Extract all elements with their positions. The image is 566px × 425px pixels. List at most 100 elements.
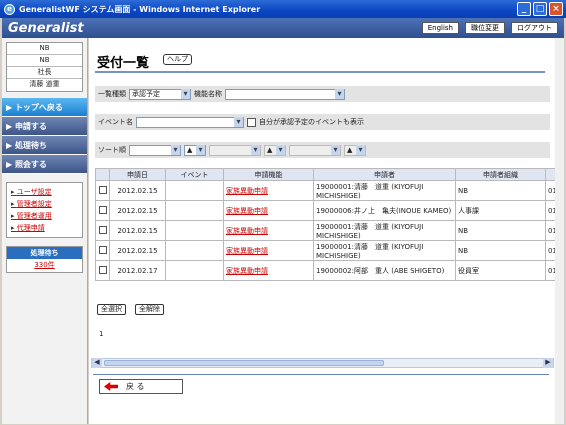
page-number: 1 <box>99 330 104 338</box>
cell-applicant: 19000001:清藤 道重 (KIYOFUJI MICHISHIGE) <box>313 220 456 241</box>
scroll-left-icon[interactable]: ◀ <box>92 358 102 368</box>
function-link[interactable]: 家族異動申請 <box>226 187 268 195</box>
table-row: 2012.02.15 家族異動申請 19000001:清藤 道重 (KIYOFU… <box>95 220 560 241</box>
sidebar-item-pending[interactable]: ▶ 処理待ち <box>2 136 87 155</box>
logout-button[interactable]: ログアウト <box>511 22 558 34</box>
user-info-line: NB <box>7 55 82 67</box>
select-all-button[interactable]: 全選択 <box>97 304 126 315</box>
window-controls: _ □ × <box>517 2 563 16</box>
footer-divider <box>93 374 549 375</box>
function-link[interactable]: 家族異動申請 <box>226 267 268 275</box>
cell-org: NB <box>455 220 546 241</box>
show-my-events-label: 自分が承認予定のイベントも表示 <box>259 118 364 126</box>
sidebar-item-inquire[interactable]: ▶ 照会する <box>2 155 87 174</box>
clear-all-button[interactable]: 全解除 <box>135 304 164 315</box>
column-header[interactable]: 申請機能 <box>223 168 314 181</box>
sidebar-item-apply[interactable]: ▶ 申請する <box>2 117 87 136</box>
table-row: 2012.02.17 家族異動申請 19000002:阿部 重人 (ABE SH… <box>95 260 560 281</box>
column-header[interactable]: 申請日 <box>109 168 166 181</box>
maximize-button[interactable]: □ <box>533 2 547 16</box>
sort-order-label: ソート順 <box>98 146 126 154</box>
window-titlebar: e GeneralistWF システム画面 - Windows Internet… <box>0 0 566 18</box>
back-button[interactable]: 戻 る <box>99 379 183 394</box>
event-name-select[interactable] <box>136 116 244 128</box>
event-name-label: イベント名 <box>98 118 133 126</box>
user-info-line: 清藤 道重 <box>29 80 60 88</box>
back-button-label: 戻 る <box>126 382 145 391</box>
cell-event <box>165 240 224 261</box>
scroll-thumb[interactable] <box>104 360 384 366</box>
scroll-right-icon[interactable]: ▶ <box>543 358 553 368</box>
admin-settings-link[interactable]: 管理者設定 <box>11 198 78 210</box>
show-my-events-checkbox[interactable] <box>247 117 256 127</box>
column-header[interactable]: 申請者組織 <box>455 168 546 181</box>
cell-event <box>165 200 224 221</box>
cell-event <box>165 260 224 281</box>
cell-applicant: 19000002:阿部 重人 (ABE SHIGETO) <box>313 260 456 281</box>
page-title: 受付一覧 <box>97 56 150 71</box>
user-settings-link[interactable]: ユーザ設定 <box>11 186 78 198</box>
window-title: GeneralistWF システム画面 - Windows Internet E… <box>19 4 261 14</box>
sort-field-3-select[interactable] <box>289 144 341 156</box>
sidebar-nav: ▶ トップへ戻る ▶ 申請する ▶ 処理待ち ▶ 照会する <box>2 98 87 174</box>
cell-date: 2012.02.15 <box>109 220 166 241</box>
minimize-button[interactable]: _ <box>517 2 531 16</box>
requests-table-wrap: 申請日 イベント 申請機能 申請者 申請者組織 承 2012.02.15 家族異… <box>95 168 560 292</box>
cell-date: 2012.02.15 <box>109 180 166 201</box>
list-type-label: 一覧種類 <box>98 90 126 98</box>
proxy-apply-link[interactable]: 代理申請 <box>11 222 78 234</box>
filter-row-sort: ソート順 ▲ ▲ ▲ <box>95 142 550 158</box>
table-header-row: 申請日 イベント 申請機能 申請者 申請者組織 承 <box>95 168 560 181</box>
column-header[interactable]: イベント <box>165 168 224 181</box>
user-info-line: 社長 <box>7 67 82 79</box>
table-row: 2012.02.15 家族異動申請 19000001:清藤 道重 (KIYOFU… <box>95 180 560 201</box>
cell-event <box>165 220 224 241</box>
table-row: 2012.02.15 家族異動申請 19000001:清藤 道重 (KIYOFU… <box>95 240 560 261</box>
app-logo: Generalist <box>8 20 84 36</box>
close-button[interactable]: × <box>549 2 563 16</box>
cell-applicant: 19000001:清藤 道重 (KIYOFUJI MICHISHIGE) <box>313 180 456 201</box>
vertical-scrollbar[interactable] <box>555 38 564 424</box>
column-header[interactable]: 申請者 <box>313 168 456 181</box>
row-checkbox[interactable] <box>98 245 107 254</box>
cell-event <box>165 180 224 201</box>
table-row: 2012.02.15 家族異動申請 19000006:井ノ上 亀夫(INOUE … <box>95 200 560 221</box>
row-checkbox[interactable] <box>98 185 107 194</box>
help-button[interactable]: ヘルプ <box>163 54 192 65</box>
admin-operation-link[interactable]: 管理者運用 <box>11 210 78 222</box>
function-name-select[interactable] <box>225 88 345 100</box>
cell-org: NB <box>455 180 546 201</box>
cell-date: 2012.02.17 <box>109 260 166 281</box>
function-link[interactable]: 家族異動申請 <box>226 207 268 215</box>
sidebar-item-label: 照会する <box>14 160 47 169</box>
horizontal-scrollbar[interactable]: ◀ ▶ <box>91 358 554 368</box>
sort-field-1-select[interactable] <box>129 144 181 156</box>
user-info-line: NB <box>7 43 82 55</box>
english-button[interactable]: English <box>421 22 459 34</box>
change-position-button[interactable]: 職位変更 <box>465 22 505 34</box>
row-checkbox[interactable] <box>98 265 107 274</box>
pending-count-link[interactable]: 330件 <box>7 259 82 272</box>
sidebar: NB NB 社長 清藤 道重 ▶ トップへ戻る ▶ 申請する ▶ 処理待ち ▶ … <box>2 38 88 424</box>
filter-row-list-type: 一覧種類 承認予定 機能名称 <box>95 86 550 102</box>
cell-applicant: 19000006:井ノ上 亀夫(INOUE KAMEO) <box>313 200 456 221</box>
ie-icon: e <box>4 3 15 15</box>
column-header <box>95 168 110 181</box>
cell-date: 2012.02.15 <box>109 240 166 261</box>
sidebar-item-label: トップへ戻る <box>14 103 63 112</box>
function-link[interactable]: 家族異動申請 <box>226 247 268 255</box>
settings-links: ユーザ設定 管理者設定 管理者運用 代理申請 <box>6 182 83 238</box>
function-link[interactable]: 家族異動申請 <box>226 227 268 235</box>
requests-table: 申請日 イベント 申請機能 申請者 申請者組織 承 2012.02.15 家族異… <box>95 168 560 281</box>
sort-direction-2-select[interactable]: ▲ <box>264 144 286 156</box>
app-header: Generalist English 職位変更 ログアウト <box>2 18 564 38</box>
sidebar-item-top[interactable]: ▶ トップへ戻る <box>2 98 87 117</box>
main-content: 受付一覧 ヘルプ 一覧種類 承認予定 機能名称 イベント名 自分が承認予定のイベ… <box>89 38 564 424</box>
row-checkbox[interactable] <box>98 205 107 214</box>
sort-direction-1-select[interactable]: ▲ <box>184 144 206 156</box>
sort-field-2-select[interactable] <box>209 144 261 156</box>
sort-direction-3-select[interactable]: ▲ <box>344 144 366 156</box>
sidebar-item-label: 申請する <box>14 122 47 131</box>
list-type-select[interactable]: 承認予定 <box>129 88 191 100</box>
row-checkbox[interactable] <box>98 225 107 234</box>
